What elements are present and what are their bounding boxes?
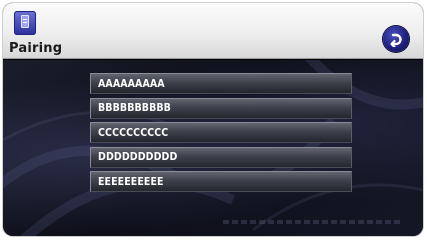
phone-icon [14,11,36,35]
device-list-panel: AAAAAAAAA BBBBBBBBBB CCCCCCCCCC DDDDDDDD… [3,60,423,236]
list-item[interactable]: BBBBBBBBBB [90,97,352,119]
back-button[interactable] [383,26,409,52]
list-item[interactable]: AAAAAAAAA [90,73,352,94]
list-item[interactable]: DDDDDDDDDD [90,146,352,168]
list-item-label: EEEEEEEEEE [98,175,164,188]
header-bar: Pairing [3,3,423,59]
list-item[interactable]: CCCCCCCCCC [90,122,352,143]
back-arrow-icon [390,33,402,47]
list-item[interactable]: EEEEEEEEEE [90,171,352,192]
list-item-label: BBBBBBBBBB [98,102,171,114]
paired-device-list: AAAAAAAAA BBBBBBBBBB CCCCCCCCCC DDDDDDDD… [90,73,352,196]
device-screen: Pairing AAAAAAAAA BBBBBBBBBB CCCCCCCCCC … [3,3,423,236]
list-item-label: DDDDDDDDDD [98,151,178,163]
list-item-label: AAAAAAAAA [98,77,165,90]
decorative-strip [223,220,403,224]
page-title: Pairing [9,41,63,56]
list-item-label: CCCCCCCCCC [98,126,169,139]
